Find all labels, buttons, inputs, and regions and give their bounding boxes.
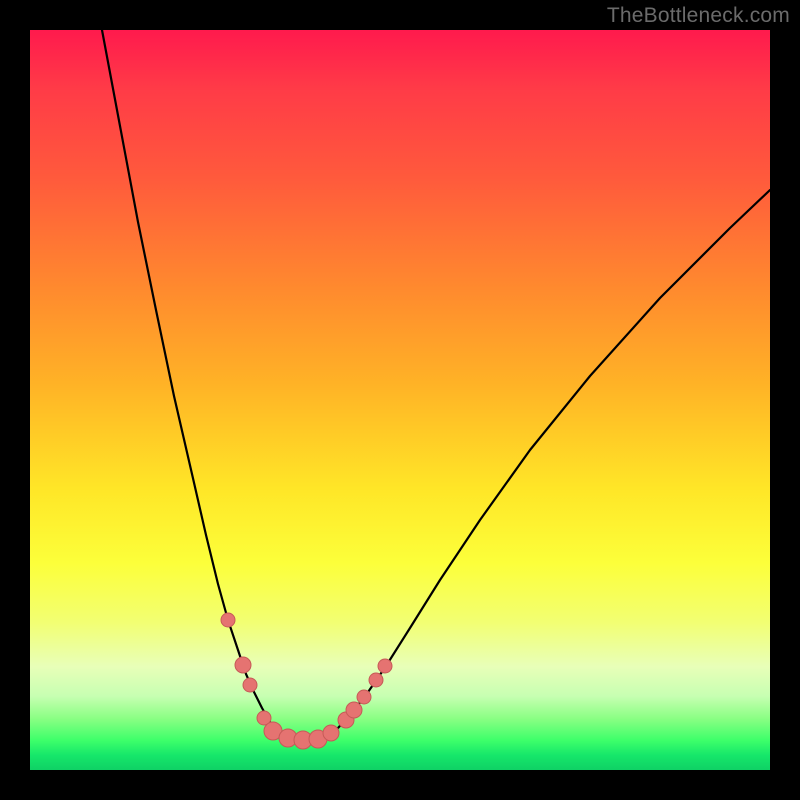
data-point	[323, 725, 339, 741]
data-point	[378, 659, 392, 673]
data-point	[357, 690, 371, 704]
data-point	[243, 678, 257, 692]
data-point	[235, 657, 251, 673]
data-point	[221, 613, 235, 627]
chart-frame: TheBottleneck.com	[0, 0, 800, 800]
data-point	[346, 702, 362, 718]
data-point	[369, 673, 383, 687]
curve-data-points	[221, 613, 392, 749]
plot-area	[30, 30, 770, 770]
watermark-text: TheBottleneck.com	[607, 4, 790, 28]
bottleneck-curve	[102, 30, 770, 740]
curve-layer	[30, 30, 770, 770]
